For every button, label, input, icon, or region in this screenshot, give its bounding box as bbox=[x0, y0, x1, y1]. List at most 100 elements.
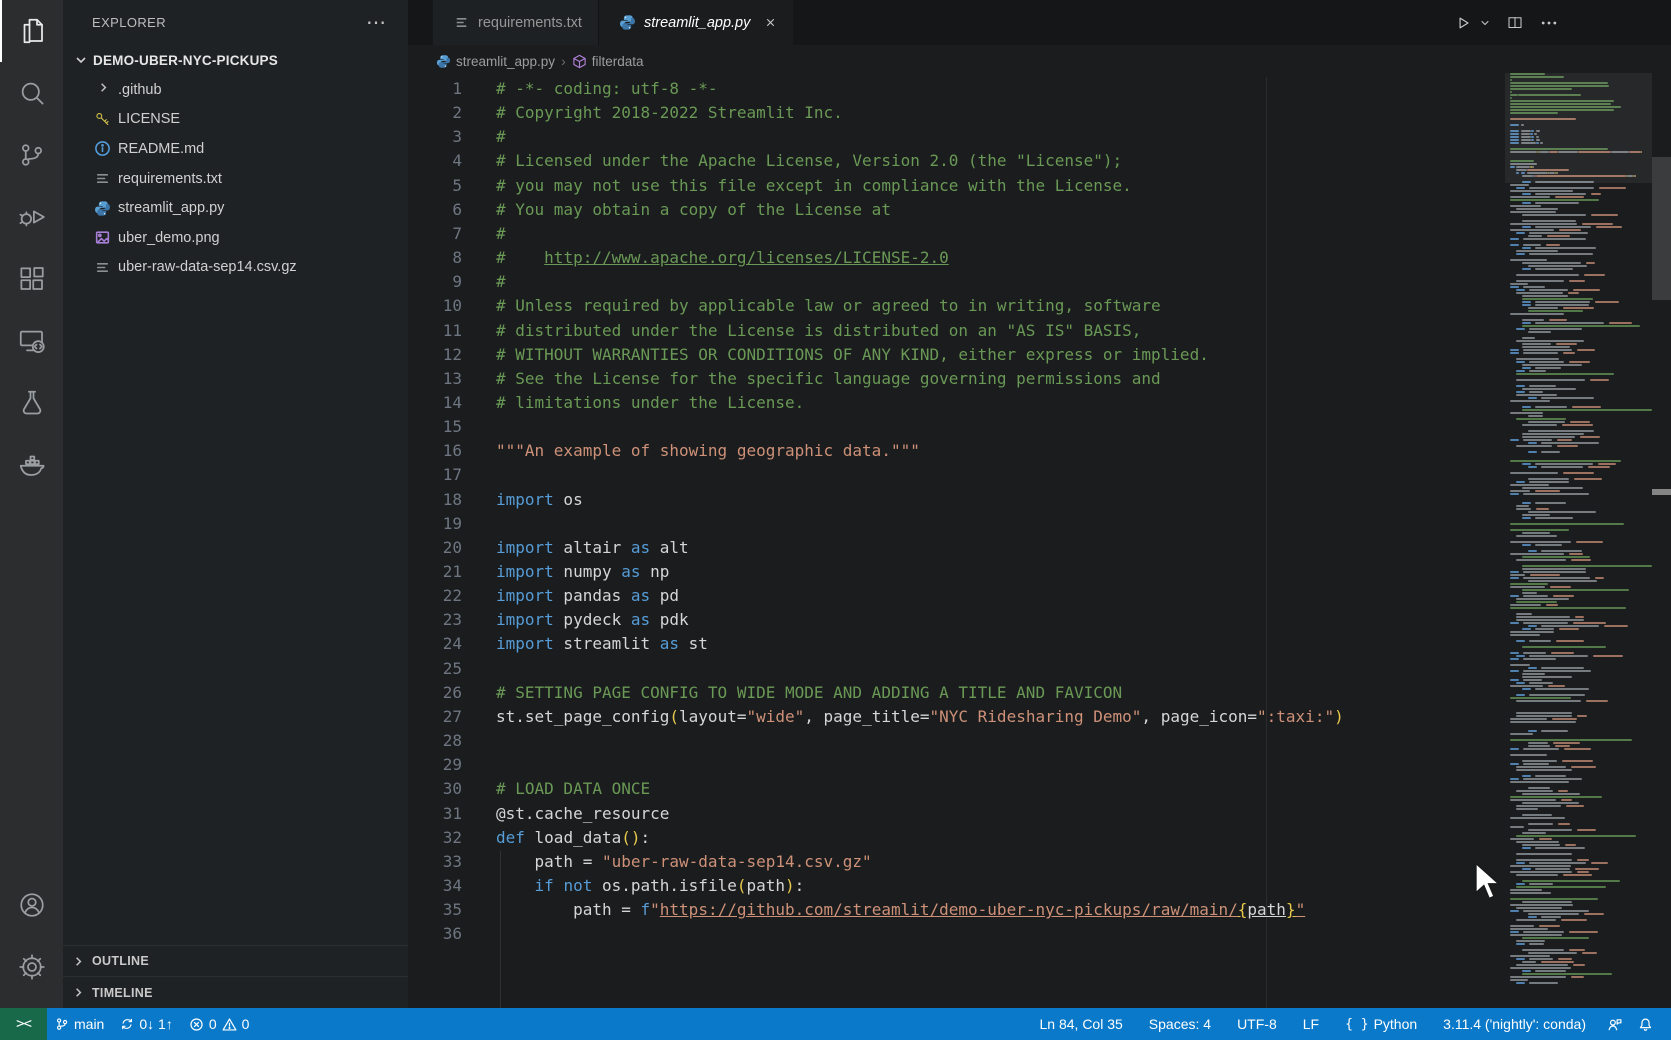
line-number: 25 bbox=[408, 657, 462, 681]
file-tree-item-.github[interactable]: .github bbox=[63, 75, 408, 105]
account-icon bbox=[17, 890, 47, 920]
file-label: uber-raw-data-sep14.csv.gz bbox=[118, 259, 297, 275]
activity-bar-item-settings[interactable] bbox=[0, 936, 63, 998]
line-col-indicator[interactable]: Ln 84, Col 35 bbox=[1027, 1008, 1136, 1040]
tab-requirements.txt[interactable]: requirements.txt bbox=[433, 0, 599, 45]
notifications-bell-icon[interactable] bbox=[1630, 1008, 1661, 1040]
indentation-indicator[interactable]: Spaces: 4 bbox=[1136, 1008, 1224, 1040]
code-line[interactable]: 32def load_data(): bbox=[408, 826, 650, 850]
line-number: 19 bbox=[408, 512, 462, 536]
remote-indicator[interactable]: >< bbox=[0, 1008, 47, 1040]
code-line[interactable]: 17 bbox=[408, 463, 496, 487]
code-line[interactable]: 15 bbox=[408, 415, 496, 439]
code-line[interactable]: 26# SETTING PAGE CONFIG TO WIDE MODE AND… bbox=[408, 681, 1122, 705]
python-interpreter-indicator[interactable]: 3.11.4 ('nightly': conda) bbox=[1430, 1008, 1599, 1040]
project-root-row[interactable]: DEMO-UBER-NYC-PICKUPS bbox=[63, 45, 408, 75]
code-line[interactable]: 19 bbox=[408, 512, 496, 536]
problems-item[interactable]: 00 bbox=[181, 1008, 258, 1040]
language-indicator[interactable]: { }Python bbox=[1332, 1008, 1430, 1040]
code-line[interactable]: 13# See the License for the specific lan… bbox=[408, 367, 1161, 391]
file-tree-item-uber-raw-data-sep14.csv.gz[interactable]: uber-raw-data-sep14.csv.gz bbox=[63, 253, 408, 283]
code-editor[interactable]: 1# -*- coding: utf-8 -*-2# Copyright 201… bbox=[408, 77, 1671, 1008]
scrollbar-thumb[interactable] bbox=[1652, 157, 1671, 300]
timeline-panel-header[interactable]: TIMELINE bbox=[63, 976, 408, 1008]
code-line[interactable]: 35 path = f"https://github.com/streamlit… bbox=[408, 898, 1305, 922]
code-line[interactable]: 1# -*- coding: utf-8 -*- bbox=[408, 77, 718, 101]
code-line[interactable]: 20import altair as alt bbox=[408, 536, 689, 560]
file-tree-item-LICENSE[interactable]: LICENSE bbox=[63, 105, 408, 135]
sync-changes-item[interactable]: 0↓ 1↑ bbox=[112, 1008, 180, 1040]
activity-bar-item-docker[interactable] bbox=[0, 434, 63, 496]
explorer-sidebar: EXPLORER ⋯ DEMO-UBER-NYC-PICKUPS .github… bbox=[63, 0, 408, 1008]
line-number: 22 bbox=[408, 584, 462, 608]
code-line[interactable]: 6# You may obtain a copy of the License … bbox=[408, 198, 891, 222]
close-icon[interactable] bbox=[764, 16, 777, 29]
breadcrumb-item-filterdata[interactable]: filterdata bbox=[572, 54, 644, 69]
activity-bar-item-search[interactable] bbox=[0, 62, 63, 124]
run-dropdown-button[interactable] bbox=[1479, 17, 1491, 29]
activity-bar-item-extensions[interactable] bbox=[0, 248, 63, 310]
code-line[interactable]: 11# distributed under the License is dis… bbox=[408, 319, 1141, 343]
line-number: 1 bbox=[408, 77, 462, 101]
more-actions-button[interactable] bbox=[1539, 13, 1559, 33]
file-tree-item-requirements.txt[interactable]: requirements.txt bbox=[63, 164, 408, 194]
code-line[interactable]: 22import pandas as pd bbox=[408, 584, 679, 608]
breadcrumb-item-streamlit_app.py[interactable]: streamlit_app.py bbox=[436, 54, 555, 69]
code-line[interactable]: 16"""An example of showing geographic da… bbox=[408, 439, 920, 463]
minimap[interactable] bbox=[1510, 73, 1652, 995]
line-number: 29 bbox=[408, 753, 462, 777]
file-tree-item-streamlit_app.py[interactable]: streamlit_app.py bbox=[63, 193, 408, 223]
line-number: 12 bbox=[408, 343, 462, 367]
line-number: 21 bbox=[408, 560, 462, 584]
tab-bar: requirements.txtstreamlit_app.py bbox=[408, 0, 1671, 45]
activity-bar-item-testing[interactable] bbox=[0, 372, 63, 434]
more-actions-icon[interactable]: ⋯ bbox=[366, 18, 386, 28]
line-number: 3 bbox=[408, 125, 462, 149]
code-line[interactable]: 3# bbox=[408, 125, 506, 149]
code-line[interactable]: 12# WITHOUT WARRANTIES OR CONDITIONS OF … bbox=[408, 343, 1209, 367]
activity-bar-item-account[interactable] bbox=[0, 874, 63, 936]
file-tree-item-README.md[interactable]: README.md bbox=[63, 134, 408, 164]
activity-bar-item-remote-explorer[interactable] bbox=[0, 310, 63, 372]
code-line[interactable]: 8# http://www.apache.org/licenses/LICENS… bbox=[408, 246, 949, 270]
run-button[interactable] bbox=[1453, 13, 1473, 33]
code-line[interactable]: 7# bbox=[408, 222, 506, 246]
file-tree-item-uber_demo.png[interactable]: uber_demo.png bbox=[63, 223, 408, 253]
code-line[interactable]: 33 path = "uber-raw-data-sep14.csv.gz" bbox=[408, 850, 872, 874]
code-line[interactable]: 2# Copyright 2018-2022 Streamlit Inc. bbox=[408, 101, 843, 125]
feedback-icon[interactable] bbox=[1599, 1008, 1630, 1040]
chevron-down-icon bbox=[73, 52, 89, 68]
code-line[interactable]: 29 bbox=[408, 753, 496, 777]
code-line[interactable]: 36 bbox=[408, 922, 496, 946]
code-line[interactable]: 31@st.cache_resource bbox=[408, 802, 669, 826]
code-line[interactable]: 24import streamlit as st bbox=[408, 632, 708, 656]
editor-scrollbar[interactable] bbox=[1652, 45, 1671, 1008]
git-branch-item[interactable]: main bbox=[47, 1008, 112, 1040]
editor-group: requirements.txtstreamlit_app.py streaml… bbox=[408, 0, 1671, 1008]
code-line[interactable]: 18import os bbox=[408, 488, 583, 512]
code-line[interactable]: 4# Licensed under the Apache License, Ve… bbox=[408, 149, 1122, 173]
minimap-slider[interactable] bbox=[1505, 73, 1652, 183]
code-line[interactable]: 5# you may not use this file except in c… bbox=[408, 174, 1132, 198]
code-line[interactable]: 23import pydeck as pdk bbox=[408, 608, 689, 632]
status-bar-left: ><main0↓ 1↑00 bbox=[0, 1008, 257, 1040]
code-line[interactable]: 10# Unless required by applicable law or… bbox=[408, 294, 1161, 318]
code-line[interactable]: 21import numpy as np bbox=[408, 560, 669, 584]
eol-indicator[interactable]: LF bbox=[1290, 1008, 1332, 1040]
code-line[interactable]: 30# LOAD DATA ONCE bbox=[408, 777, 650, 801]
code-line[interactable]: 14# limitations under the License. bbox=[408, 391, 804, 415]
encoding-indicator[interactable]: UTF-8 bbox=[1224, 1008, 1290, 1040]
source-control-icon bbox=[17, 140, 47, 170]
line-number: 2 bbox=[408, 101, 462, 125]
outline-panel-header[interactable]: OUTLINE bbox=[63, 945, 408, 976]
activity-bar-item-run-debug[interactable] bbox=[0, 186, 63, 248]
code-line[interactable]: 9# bbox=[408, 270, 506, 294]
code-line[interactable]: 28 bbox=[408, 729, 496, 753]
split-editor-button[interactable] bbox=[1506, 14, 1524, 32]
code-line[interactable]: 34 if not os.path.isfile(path): bbox=[408, 874, 804, 898]
activity-bar-item-source-control[interactable] bbox=[0, 124, 63, 186]
tab-streamlit_app.py[interactable]: streamlit_app.py bbox=[599, 0, 793, 45]
code-line[interactable]: 25 bbox=[408, 657, 496, 681]
code-line[interactable]: 27st.set_page_config(layout="wide", page… bbox=[408, 705, 1344, 729]
activity-bar-item-explorer[interactable] bbox=[0, 0, 63, 62]
